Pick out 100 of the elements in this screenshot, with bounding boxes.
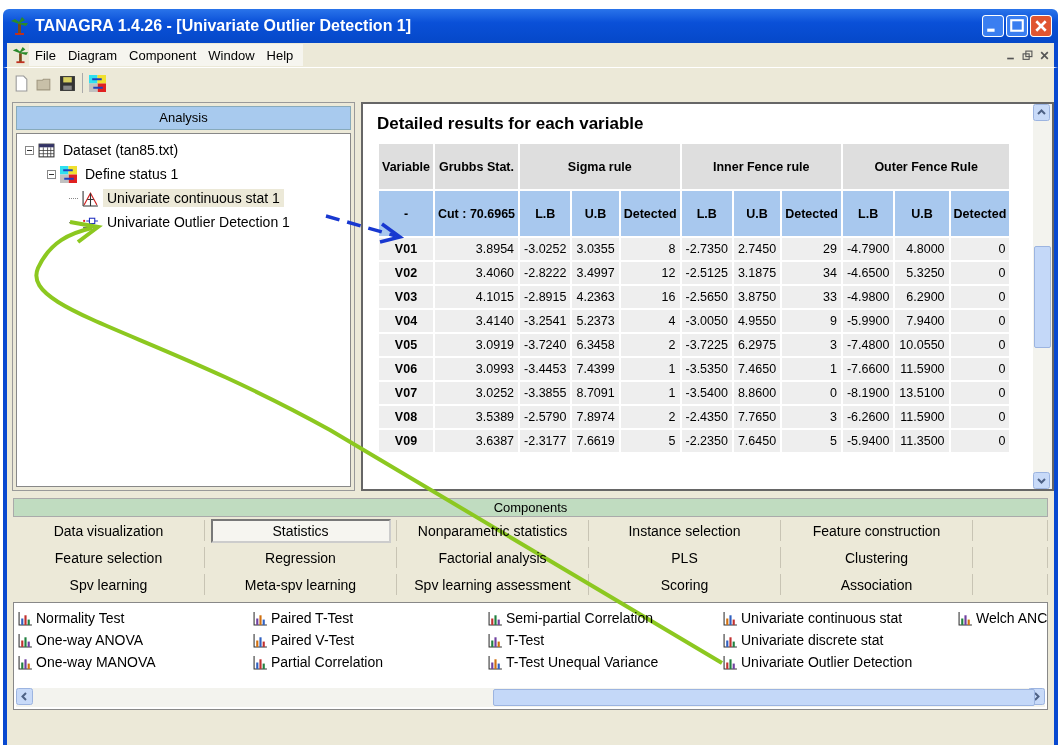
minimize-icon[interactable] [982, 15, 1004, 37]
column-header: L.B [681, 191, 732, 236]
scroll-up-icon[interactable] [1033, 104, 1050, 121]
scroll-left-icon[interactable] [16, 688, 33, 705]
panel-header: Components [13, 498, 1048, 517]
new-file-icon[interactable] [13, 74, 30, 92]
histogram-icon [82, 189, 99, 207]
menu-item[interactable]: Window [202, 47, 261, 63]
scroll-thumb[interactable] [493, 689, 1035, 706]
category-tab[interactable]: Scoring [652, 574, 717, 595]
collapse-icon[interactable] [25, 145, 34, 155]
scroll-thumb[interactable] [1034, 246, 1051, 348]
chart-icon [723, 654, 738, 670]
menu-item[interactable]: File [29, 47, 62, 63]
table-cell: 1 [782, 358, 841, 380]
scroll-down-icon[interactable] [1033, 472, 1050, 489]
tool-item[interactable]: Univariate Outlier Detection [741, 654, 913, 670]
tool-item[interactable]: Welch ANC [976, 610, 1047, 626]
table-cell: 4.2363 [572, 286, 619, 308]
tool-item[interactable]: Univariate discrete stat [741, 632, 884, 648]
table-cell: 2.7450 [733, 238, 781, 260]
table-cell: -7.4800 [842, 334, 894, 356]
tool-item[interactable]: T-Test [506, 632, 545, 648]
category-tab[interactable]: Feature construction [804, 520, 949, 541]
category-tab[interactable]: Feature selection [46, 547, 171, 568]
menu-item[interactable]: Component [123, 47, 203, 63]
table-cell: V02 [379, 262, 433, 284]
table-cell: V04 [379, 310, 433, 332]
menu-item[interactable]: Help [260, 47, 300, 63]
column-header: L.B [520, 191, 571, 236]
table-cell: 3.8954 [434, 238, 519, 260]
category-tab[interactable]: Instance selection [620, 520, 749, 541]
tool-item[interactable]: T-Test Unequal Variance [506, 654, 659, 670]
table-cell: -2.8222 [520, 262, 571, 284]
table-cell: -2.3177 [520, 430, 571, 452]
category-tab[interactable]: Meta-spv learning [236, 574, 365, 595]
table-cell: 3.0993 [434, 358, 519, 380]
table-cell: 3.0252 [434, 382, 519, 404]
column-header: L.B [842, 191, 894, 236]
table-cell: 11.5900 [895, 358, 949, 380]
table-cell: 3.5389 [434, 406, 519, 428]
table-cell: 9 [782, 310, 841, 332]
palm-tree-icon [9, 16, 29, 36]
status-icon[interactable] [89, 74, 106, 92]
table-cell: 0 [950, 262, 1010, 284]
category-tab[interactable]: Regression [257, 547, 344, 568]
table-cell: V06 [379, 358, 433, 380]
table-cell: 0 [950, 310, 1010, 332]
table-cell: 4 [620, 310, 680, 332]
collapse-icon[interactable] [47, 169, 56, 179]
table-cell: 11.5900 [895, 406, 949, 428]
table-cell: 34 [782, 262, 841, 284]
table-cell: V09 [379, 430, 433, 452]
category-tab[interactable]: PLS [663, 547, 706, 568]
table-cell: 10.0550 [895, 334, 949, 356]
table-cell: -5.9400 [842, 430, 894, 452]
table-cell: 7.6619 [572, 430, 619, 452]
chart-icon [958, 610, 973, 626]
table-cell: 5.2373 [572, 310, 619, 332]
scrollbar[interactable] [16, 688, 1045, 707]
tool-item[interactable]: Univariate continuous stat [741, 610, 903, 626]
column-header: Detected [950, 191, 1010, 236]
save-icon[interactable] [59, 74, 76, 92]
category-tab[interactable]: Clustering [837, 547, 916, 568]
category-tab[interactable]: Statistics [210, 518, 391, 543]
category-tab[interactable]: Data visualization [45, 520, 172, 541]
category-tab[interactable]: Factorial analysis [430, 547, 555, 568]
column-header: - [379, 191, 433, 236]
tree-item[interactable]: Univariate Outlier Detection 1 [103, 213, 294, 231]
maximize-icon[interactable] [1006, 15, 1028, 37]
menu-item[interactable]: Diagram [61, 47, 124, 63]
status-icon [60, 165, 77, 183]
column-header: Grubbs Stat. [434, 144, 519, 189]
table-cell: 3.1875 [733, 262, 781, 284]
tool-item[interactable]: One-way MANOVA [36, 654, 156, 670]
scrollbar[interactable] [1033, 104, 1052, 489]
table-cell: 13.5100 [895, 382, 949, 404]
table-cell: -2.8915 [520, 286, 571, 308]
close-icon[interactable] [1039, 49, 1050, 61]
table-cell: -3.5350 [681, 358, 732, 380]
category-tab[interactable]: Spv learning assessment [406, 574, 579, 595]
table-cell: -4.6500 [842, 262, 894, 284]
table-cell: -4.7900 [842, 238, 894, 260]
tool-item[interactable]: Paired T-Test [271, 610, 354, 626]
tool-item[interactable]: One-way ANOVA [36, 632, 144, 648]
table-cell: 0 [950, 382, 1010, 404]
tool-item[interactable]: Partial Correlation [271, 654, 384, 670]
tool-item[interactable]: Paired V-Test [271, 632, 355, 648]
tree-item[interactable]: Univariate continuous stat 1 [103, 189, 284, 207]
category-tab[interactable]: Association [832, 574, 921, 595]
table-cell: -3.0252 [520, 238, 571, 260]
tool-item[interactable]: Normality Test [36, 610, 125, 626]
tree-item[interactable]: Dataset (tan85.txt) [59, 141, 183, 159]
column-header: Outer Fence Rule [842, 144, 1010, 189]
tree-item[interactable]: Define status 1 [81, 165, 183, 183]
table-cell: 11.3500 [895, 430, 949, 452]
table-cell: -3.5400 [681, 382, 732, 404]
table-cell: 7.4650 [733, 358, 781, 380]
category-tab[interactable]: Spv learning [61, 574, 156, 595]
restore-icon[interactable] [1022, 49, 1033, 61]
